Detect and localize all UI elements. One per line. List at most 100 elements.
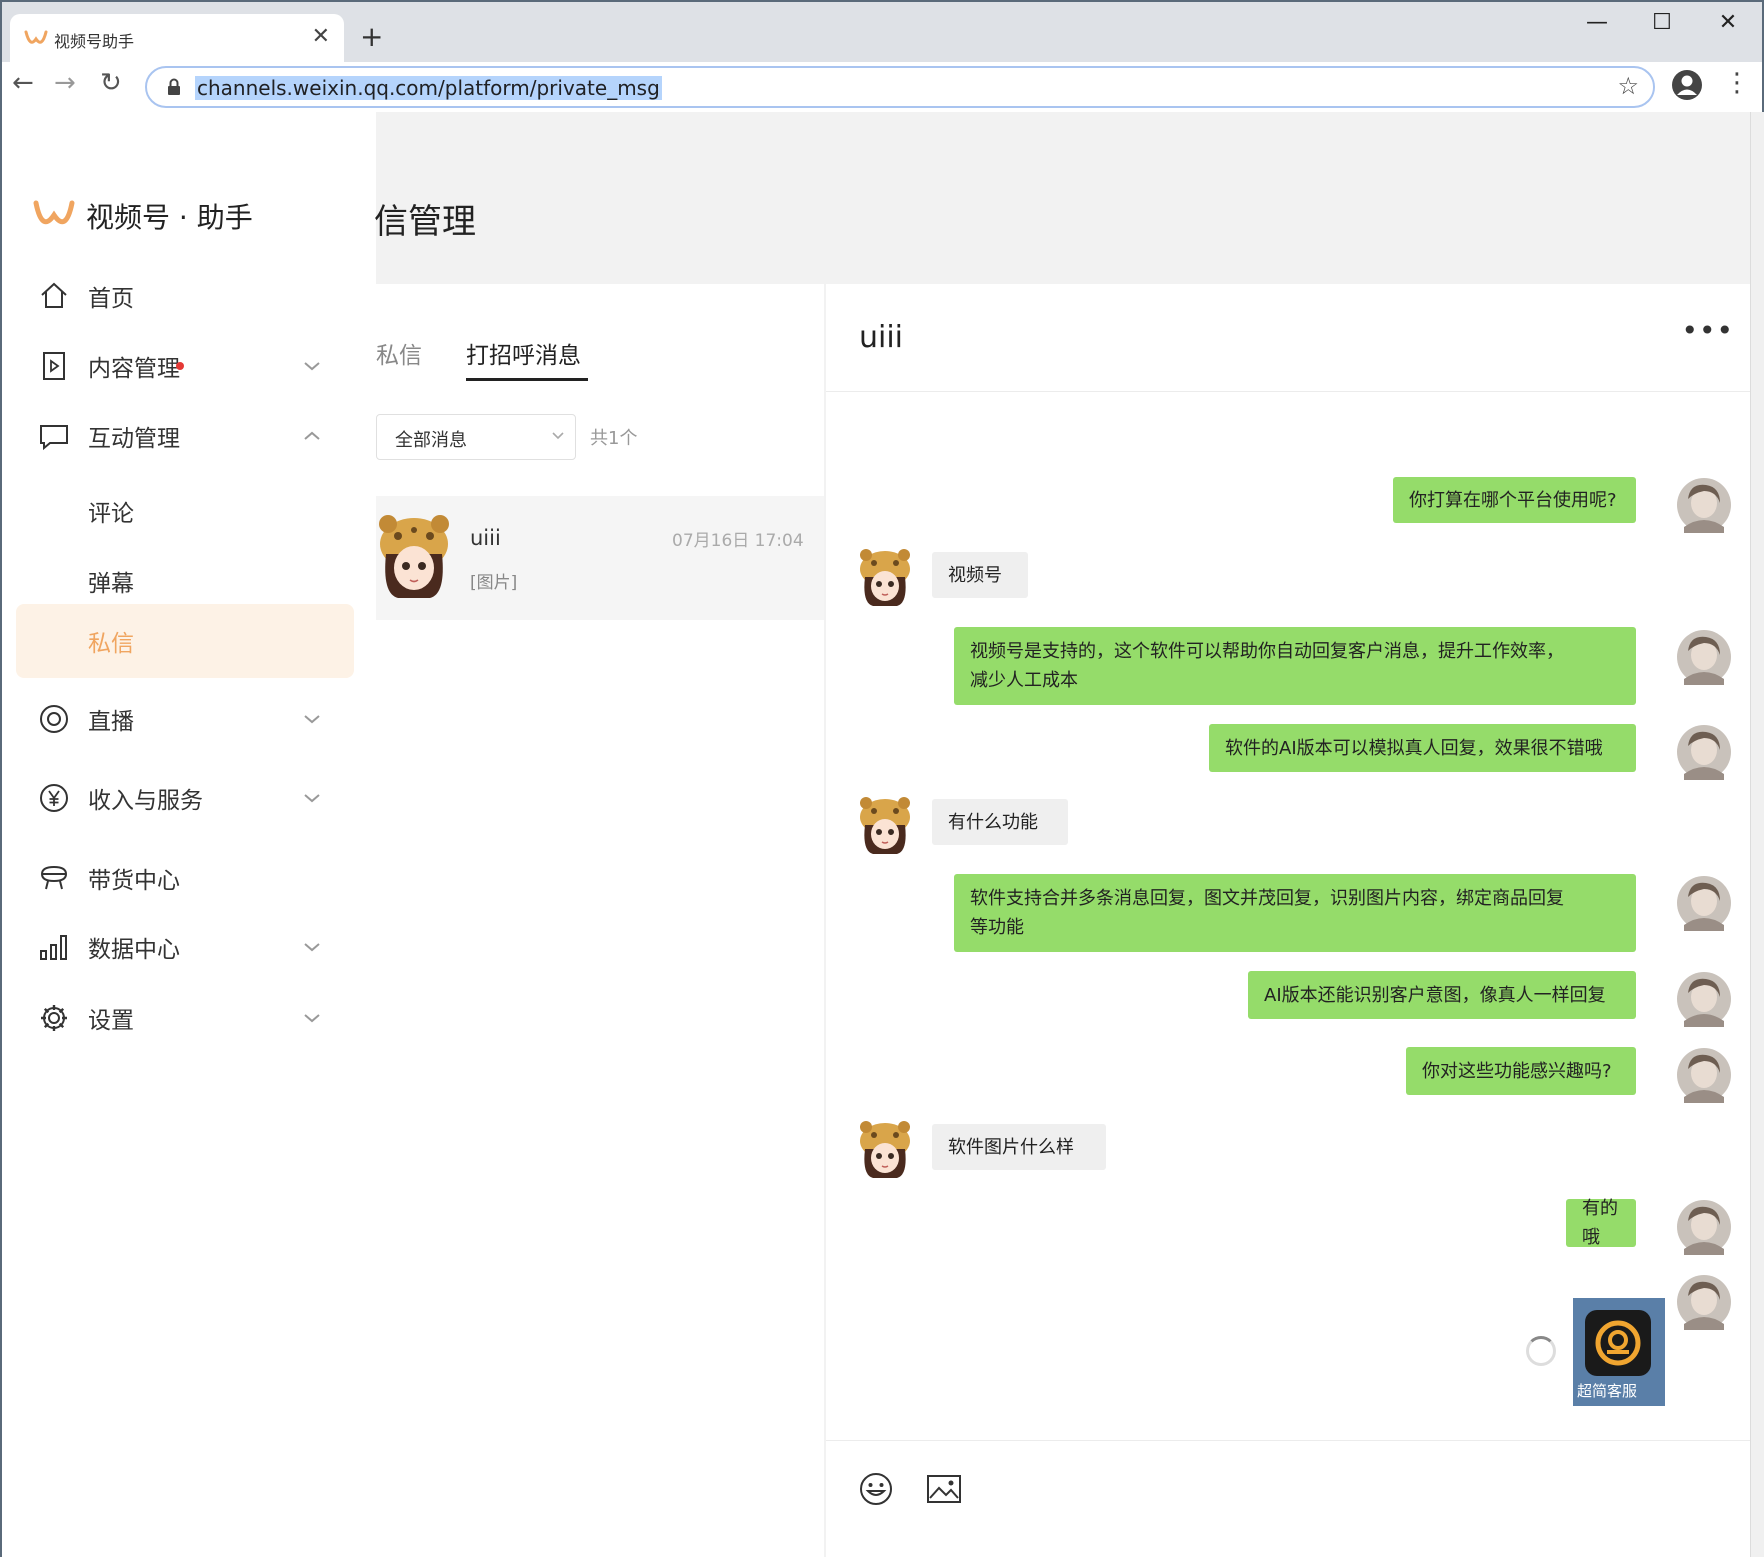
message-text: AI版本还能识别客户意图，像真人一样回复 (1264, 984, 1606, 1006)
minimize-button[interactable]: — (1577, 10, 1617, 44)
message-text: 软件图片什么样 (948, 1136, 1074, 1158)
message-bubble-outgoing: 软件的AI版本可以模拟真人回复，效果很不错哦 (1209, 724, 1636, 772)
channels-logo-icon (24, 30, 48, 44)
sidebar-item-shop[interactable]: 带货中心 (16, 843, 354, 913)
maximize-button[interactable]: ☐ (1642, 10, 1682, 44)
chat-title: uiii (859, 320, 904, 355)
message-text: 视频号是支持的，这个软件可以帮助你自动回复客户消息，提升工作效率， (970, 641, 1564, 662)
app-icon (1585, 1310, 1651, 1376)
sidebar-item-label: 内容管理 (88, 356, 180, 382)
conversation-list-panel: 私信 打招呼消息 全部消息 共1个 uiii [图片] 07月16日 17:04 (376, 284, 824, 1557)
message-text: 有的哦 (1582, 1198, 1618, 1248)
new-tab-button[interactable]: + (360, 20, 383, 53)
conversation-time: 07月16日 17:04 (672, 531, 804, 551)
browser-tab-bar: 视频号助手 ✕ + — ☐ ✕ (0, 0, 1764, 66)
profile-icon[interactable] (1670, 68, 1704, 102)
lock-icon (168, 78, 180, 95)
page-scrollbar[interactable] (1750, 112, 1764, 1557)
avatar (1676, 629, 1732, 685)
page-title: 信管理 (374, 202, 476, 242)
support-icon (1595, 1320, 1641, 1366)
chevron-down-icon (304, 943, 320, 952)
tab-close-icon[interactable]: ✕ (312, 24, 330, 49)
message-bubble-outgoing: 视频号是支持的，这个软件可以帮助你自动回复客户消息，提升工作效率， 减少人工成本 (954, 627, 1636, 705)
chat-panel: uiii ••• 你打算在哪个平台使用呢? 视频号 视频号是支持的，这个软件可以… (826, 284, 1752, 1557)
message-bubble-outgoing: 你打算在哪个平台使用呢? (1393, 477, 1636, 523)
image-icon[interactable] (926, 1473, 962, 1505)
brand: 视频号 · 助手 (32, 196, 253, 236)
avatar (1676, 875, 1732, 931)
sidebar-item-income[interactable]: 收入与服务 (16, 763, 354, 833)
avatar (858, 549, 912, 607)
shop-icon (40, 865, 68, 890)
sidebar-item-home[interactable]: 首页 (16, 261, 354, 331)
reload-button[interactable]: ↻ (100, 68, 122, 98)
notification-dot (176, 362, 184, 370)
conversation-item[interactable]: uiii [图片] 07月16日 17:04 (376, 496, 824, 620)
browser-menu-icon[interactable]: ⋮ (1724, 68, 1750, 98)
back-button[interactable]: ← (12, 68, 34, 98)
sidebar-item-content[interactable]: 内容管理 (16, 331, 354, 401)
chevron-down-icon (304, 794, 320, 803)
avatar (1676, 1274, 1732, 1330)
avatar (1676, 971, 1732, 1027)
sidebar-item-live[interactable]: 直播 (16, 684, 354, 754)
chat-input-area (826, 1440, 1752, 1557)
forward-button[interactable]: → (54, 68, 76, 98)
emoji-icon[interactable] (858, 1471, 894, 1507)
address-bar[interactable]: channels.weixin.qq.com/platform/private_… (145, 66, 1655, 108)
chevron-down-icon (304, 1014, 320, 1023)
sidebar-item-private-message[interactable]: 私信 (16, 604, 354, 678)
bookmark-star-icon[interactable]: ☆ (1617, 72, 1639, 100)
sidebar-item-interaction[interactable]: 互动管理 (16, 401, 354, 471)
message-bubble-outgoing: 你对这些功能感兴趣吗? (1406, 1047, 1636, 1095)
chevron-down-icon (304, 362, 320, 371)
avatar (379, 515, 449, 598)
message-text: 有什么功能 (948, 811, 1038, 833)
brand-name: 视频号 · 助手 (86, 201, 253, 234)
message-bubble-outgoing: 有的哦 (1566, 1198, 1636, 1248)
sidebar-item-label: 数据中心 (88, 937, 180, 963)
avatar (858, 1121, 912, 1179)
sidebar-item-comments[interactable]: 评论 (16, 474, 354, 548)
tab-private-message[interactable]: 私信 (376, 336, 422, 370)
active-tab-indicator (466, 378, 588, 381)
conversation-preview: [图片] (470, 573, 518, 593)
bar-chart-icon (40, 935, 67, 960)
image-caption: 超简客服 (1577, 1382, 1638, 1400)
loading-spinner-icon (1526, 1336, 1556, 1366)
live-icon (40, 705, 68, 733)
more-options-icon[interactable]: ••• (1681, 314, 1734, 347)
sidebar-item-label: 设置 (88, 1008, 134, 1034)
sidebar-item-label: 互动管理 (88, 426, 180, 452)
message-text: 等功能 (970, 917, 1024, 938)
message-text: 你打算在哪个平台使用呢? (1409, 489, 1617, 511)
message-bubble-incoming: 有什么功能 (932, 799, 1068, 845)
chevron-down-icon (304, 715, 320, 724)
tab-greeting-message[interactable]: 打招呼消息 (466, 336, 581, 370)
page-content: 视频号 · 助手 首页 内容管理 互动管理 评论 弹幕 私信 直播 收入与服务 … (0, 112, 1764, 1557)
sidebar-item-label: 带货中心 (88, 868, 180, 894)
avatar (1676, 1199, 1732, 1255)
avatar (858, 797, 912, 855)
browser-tab[interactable]: 视频号助手 ✕ (10, 14, 344, 66)
home-icon (41, 282, 67, 308)
avatar (1676, 724, 1732, 780)
message-text: 视频号 (948, 564, 1002, 586)
message-filter-select[interactable]: 全部消息 (376, 414, 576, 460)
chevron-down-icon (552, 432, 564, 440)
yuan-icon (40, 784, 68, 812)
channels-logo-icon (33, 200, 75, 225)
sidebar-item-settings[interactable]: 设置 (16, 983, 354, 1053)
message-tabs: 私信 打招呼消息 (376, 324, 824, 381)
chat-bubble-icon (40, 425, 68, 451)
url-text[interactable]: channels.weixin.qq.com/platform/private_… (195, 76, 662, 100)
avatar (1676, 1047, 1732, 1103)
sidebar-item-data[interactable]: 数据中心 (16, 912, 354, 982)
message-bubble-outgoing: AI版本还能识别客户意图，像真人一样回复 (1248, 971, 1636, 1019)
tab-title: 视频号助手 (54, 32, 135, 51)
message-bubble-incoming: 视频号 (932, 552, 1028, 598)
close-window-button[interactable]: ✕ (1708, 10, 1748, 44)
sidebar-item-label: 私信 (88, 631, 134, 657)
image-message[interactable]: 超简客服 (1573, 1298, 1665, 1406)
